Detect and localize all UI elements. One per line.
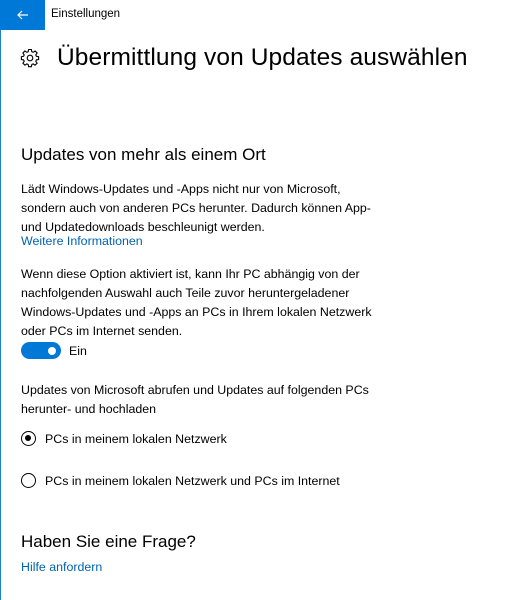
description-line: und Updatedownloads beschleunigt werden. — [21, 220, 265, 234]
help-heading: Haben Sie eine Frage? — [21, 532, 196, 551]
get-help-link[interactable]: Hilfe anfordern — [21, 560, 102, 574]
section-heading: Updates von mehr als einem Ort — [21, 145, 266, 164]
radio-option-local-network[interactable]: PCs in meinem lokalen Netzwerk — [21, 431, 227, 446]
radio-intro-line: herunter- und hochladen — [21, 402, 157, 416]
option-description-line: Wenn diese Option aktiviert ist, kann Ih… — [21, 267, 360, 281]
settings-window: Einstellungen Übermittlung von Updates a… — [0, 0, 508, 600]
more-info-link[interactable]: Weitere Informationen — [21, 234, 143, 248]
description-line: Lädt Windows-Updates und -Apps nicht nur… — [21, 182, 341, 196]
section-description: Lädt Windows-Updates und -Apps nicht nur… — [21, 180, 396, 237]
radio-intro-line: Updates von Microsoft abrufen und Update… — [21, 383, 369, 397]
option-description-line: Windows-Updates und -Apps an PCs in Ihre… — [21, 305, 372, 319]
option-description-line: nachfolgenden Auswahl auch Teile zuvor h… — [21, 286, 350, 300]
page-header: Übermittlung von Updates auswählen — [20, 44, 468, 72]
radio-intro: Updates von Microsoft abrufen und Update… — [21, 381, 396, 419]
page-title: Übermittlung von Updates auswählen — [57, 44, 468, 71]
back-arrow-icon — [16, 10, 28, 20]
delivery-optimization-toggle-row: Ein — [21, 342, 87, 359]
option-description: Wenn diese Option aktiviert ist, kann Ih… — [21, 265, 396, 341]
title-bar: Einstellungen — [0, 0, 508, 30]
back-button[interactable] — [0, 0, 45, 30]
option-description-line: oder PCs im Internet senden. — [21, 324, 183, 338]
gear-icon — [20, 48, 40, 68]
toggle-state-label: Ein — [69, 343, 87, 358]
window-border — [0, 0, 1, 600]
radio-option-local-and-internet[interactable]: PCs in meinem lokalen Netzwerk und PCs i… — [21, 473, 340, 488]
radio-button-selected[interactable] — [21, 431, 36, 446]
radio-button-unselected[interactable] — [21, 473, 36, 488]
radio-label: PCs in meinem lokalen Netzwerk und PCs i… — [45, 473, 340, 488]
delivery-optimization-toggle[interactable] — [21, 342, 61, 359]
description-line: sondern auch von anderen PCs herunter. D… — [21, 201, 371, 215]
toggle-knob — [48, 346, 56, 355]
radio-label: PCs in meinem lokalen Netzwerk — [45, 431, 227, 446]
window-title: Einstellungen — [51, 8, 121, 20]
